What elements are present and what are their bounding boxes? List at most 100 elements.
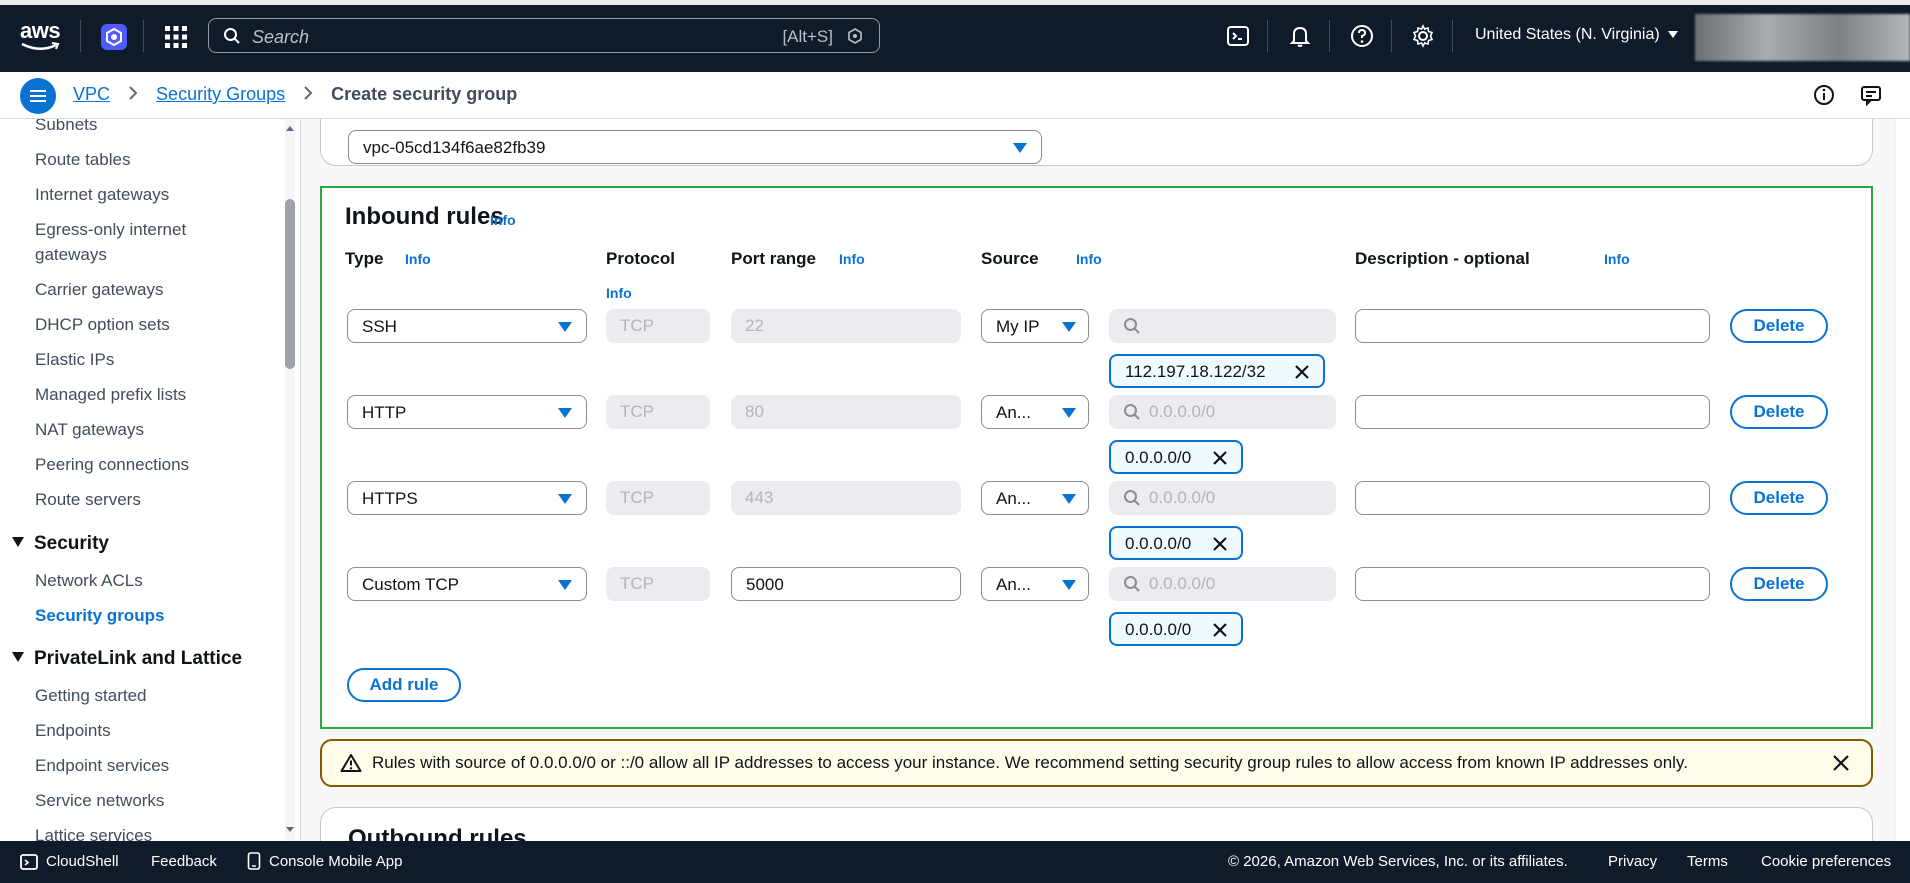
nav-divider bbox=[1267, 20, 1268, 52]
rule-source-value: An... bbox=[996, 403, 1031, 422]
cloudshell-icon[interactable] bbox=[1226, 24, 1250, 48]
rule-source-select[interactable]: My IP bbox=[981, 309, 1089, 343]
info-circle-icon[interactable] bbox=[1813, 84, 1835, 106]
region-label: United States (N. Virginia) bbox=[1475, 26, 1660, 43]
footer-terms-link[interactable]: Terms bbox=[1687, 853, 1728, 870]
rule-protocol-field: TCP bbox=[606, 395, 710, 429]
breadcrumb-security-groups-link[interactable]: Security Groups bbox=[156, 84, 285, 104]
rule-delete-button[interactable]: Delete bbox=[1730, 309, 1828, 343]
inbound-rules-title: Inbound rules bbox=[345, 203, 504, 230]
description-info-link[interactable]: Info bbox=[1604, 251, 1630, 267]
breadcrumb-vpc-link[interactable]: VPC bbox=[73, 84, 110, 104]
gear-icon[interactable] bbox=[1411, 24, 1435, 48]
sidebar-item-egress-only-internet-gateways[interactable]: Egress-only internet gateways bbox=[35, 217, 245, 267]
main-content: vpc-05cd134f6ae82fb39 Inbound rules Info… bbox=[301, 119, 1896, 841]
footer-feedback-link[interactable]: Feedback bbox=[151, 853, 217, 870]
sidebar-item-network-acls[interactable]: Network ACLs bbox=[35, 568, 245, 593]
chevron-right-icon bbox=[302, 80, 314, 108]
sidebar-item-route-tables[interactable]: Route tables bbox=[35, 147, 245, 172]
close-icon[interactable] bbox=[1211, 449, 1229, 467]
type-info-link[interactable]: Info bbox=[405, 251, 431, 267]
sidebar-section-security[interactable]: Security bbox=[12, 533, 109, 555]
aws-logo-text: aws bbox=[20, 18, 61, 43]
sidebar-item-carrier-gateways[interactable]: Carrier gateways bbox=[35, 277, 245, 302]
footer-mobile-app-link[interactable]: Console Mobile App bbox=[269, 853, 402, 870]
rule-description-input[interactable] bbox=[1355, 395, 1710, 429]
hexagon-icon bbox=[848, 28, 862, 44]
sidebar-section-privatelink[interactable]: PrivateLink and Lattice bbox=[12, 648, 242, 670]
close-icon[interactable] bbox=[1211, 621, 1229, 639]
footer-cloudshell-link[interactable]: CloudShell bbox=[46, 853, 119, 870]
close-icon[interactable] bbox=[1211, 535, 1229, 553]
feedback-icon[interactable] bbox=[1860, 84, 1882, 106]
rule-description-input[interactable] bbox=[1355, 309, 1710, 343]
rule-source-value: An... bbox=[996, 489, 1031, 508]
rule-description-input[interactable] bbox=[1355, 567, 1710, 601]
rule-description-input[interactable] bbox=[1355, 481, 1710, 515]
sidebar-item-endpoint-services[interactable]: Endpoint services bbox=[35, 753, 245, 778]
footer-cookie-preferences-link[interactable]: Cookie preferences bbox=[1761, 853, 1891, 870]
rule-cidr-search-input[interactable]: 0.0.0.0/0 bbox=[1109, 481, 1336, 515]
sidebar-item-elastic-ips[interactable]: Elastic IPs bbox=[35, 347, 245, 372]
scroll-up-icon bbox=[286, 126, 294, 131]
app-hexagon-icon[interactable] bbox=[101, 24, 127, 50]
region-selector[interactable]: United States (N. Virginia) bbox=[1475, 26, 1678, 44]
sidebar-scrollbar[interactable] bbox=[285, 119, 295, 841]
sidebar-item-endpoints[interactable]: Endpoints bbox=[35, 718, 245, 743]
sidebar-item-dhcp-option-sets[interactable]: DHCP option sets bbox=[35, 312, 245, 337]
source-info-link[interactable]: Info bbox=[1076, 251, 1102, 267]
sidebar-item-route-servers[interactable]: Route servers bbox=[35, 487, 245, 512]
caret-down-icon bbox=[12, 652, 24, 662]
rule-cidr-search-input[interactable]: 0.0.0.0/0 bbox=[1109, 567, 1336, 601]
sidebar-item-nat-gateways[interactable]: NAT gateways bbox=[35, 417, 245, 442]
port-range-info-link[interactable]: Info bbox=[839, 251, 865, 267]
search-input[interactable]: Search [Alt+S] bbox=[208, 18, 880, 53]
help-icon[interactable] bbox=[1350, 24, 1374, 48]
rule-source-select[interactable]: An... bbox=[981, 481, 1089, 515]
bell-icon[interactable] bbox=[1288, 24, 1312, 48]
caret-down-icon bbox=[1013, 143, 1027, 153]
sidebar-item-internet-gateways[interactable]: Internet gateways bbox=[35, 182, 245, 207]
rule-delete-button[interactable]: Delete bbox=[1730, 567, 1828, 601]
sidebar-item-service-networks[interactable]: Service networks bbox=[35, 788, 245, 813]
caret-down-icon bbox=[1062, 494, 1076, 504]
sidebar-item-security-groups[interactable]: Security groups bbox=[35, 603, 245, 628]
aws-logo[interactable]: aws bbox=[20, 20, 64, 54]
rule-type-select[interactable]: HTTP bbox=[347, 395, 587, 429]
side-navigation-toggle[interactable] bbox=[20, 78, 56, 114]
rule-type-select[interactable]: Custom TCP bbox=[347, 567, 587, 601]
rule-type-select[interactable]: SSH bbox=[347, 309, 587, 343]
rule-cidr-token: 0.0.0.0/0 bbox=[1109, 526, 1243, 560]
rule-cidr-token-value: 112.197.18.122/32 bbox=[1125, 362, 1266, 381]
sidebar-item-subnets[interactable]: Subnets bbox=[35, 119, 245, 137]
inbound-rules-info-link[interactable]: Info bbox=[490, 212, 516, 228]
main-scrollbar[interactable] bbox=[1895, 119, 1896, 841]
caret-down-icon bbox=[558, 322, 572, 332]
add-rule-button[interactable]: Add rule bbox=[347, 668, 461, 702]
rule-delete-button[interactable]: Delete bbox=[1730, 395, 1828, 429]
sidebar-scrollbar-thumb[interactable] bbox=[285, 199, 295, 369]
protocol-info-link[interactable]: Info bbox=[606, 285, 632, 301]
sidebar-item-getting-started[interactable]: Getting started bbox=[35, 683, 245, 708]
close-icon[interactable] bbox=[1293, 363, 1311, 381]
rule-port-range-input[interactable]: 5000 bbox=[731, 567, 961, 601]
rule-cidr-search-input[interactable]: 0.0.0.0/0 bbox=[1109, 395, 1336, 429]
close-icon[interactable] bbox=[1831, 753, 1851, 773]
sidebar-item-lattice-services[interactable]: Lattice services bbox=[35, 823, 245, 841]
rule-type-select[interactable]: HTTPS bbox=[347, 481, 587, 515]
rule-source-select[interactable]: An... bbox=[981, 395, 1089, 429]
scroll-down-icon bbox=[286, 827, 294, 832]
rule-cidr-token: 112.197.18.122/32 bbox=[1109, 354, 1325, 388]
footer-privacy-link[interactable]: Privacy bbox=[1608, 853, 1657, 870]
search-icon bbox=[224, 28, 240, 44]
rule-cidr-search-value: 0.0.0.0/0 bbox=[1149, 488, 1216, 507]
rule-cidr-search-input[interactable] bbox=[1109, 309, 1336, 343]
account-menu[interactable] bbox=[1695, 14, 1910, 61]
vpc-select[interactable]: vpc-05cd134f6ae82fb39 bbox=[348, 130, 1042, 164]
sidebar-item-peering-connections[interactable]: Peering connections bbox=[35, 452, 245, 477]
rule-delete-button[interactable]: Delete bbox=[1730, 481, 1828, 515]
outbound-rules-card bbox=[320, 807, 1873, 841]
services-grid-icon[interactable] bbox=[164, 25, 188, 49]
rule-source-select[interactable]: An... bbox=[981, 567, 1089, 601]
sidebar-item-managed-prefix-lists[interactable]: Managed prefix lists bbox=[35, 382, 245, 407]
